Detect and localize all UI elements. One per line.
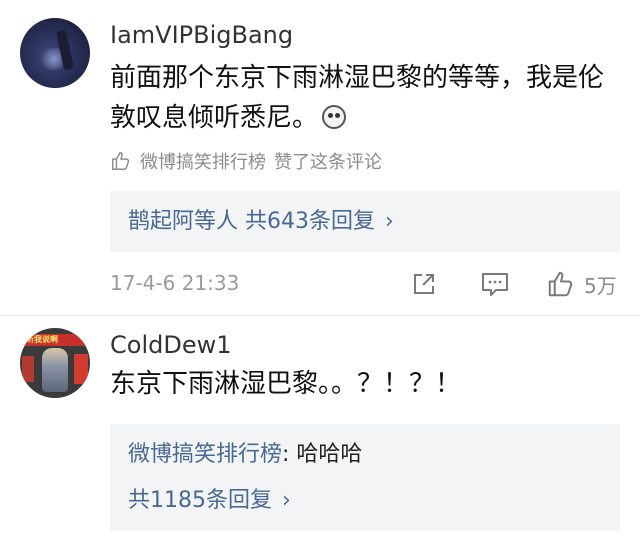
chevron-right-icon: ›: [385, 209, 394, 234]
timestamp: 17-4-6 21:33: [110, 271, 240, 295]
liked-by-name[interactable]: 微博搞笑排行榜: [140, 148, 266, 174]
comment-meta-row: 17-4-6 21:33 5万: [110, 268, 620, 300]
chevron-right-icon: ›: [282, 488, 291, 513]
like-button[interactable]: 5万: [546, 268, 617, 300]
username[interactable]: ColdDew1: [110, 330, 232, 360]
avatar-banner-text: 听我说啊: [26, 335, 58, 344]
reply-text: : 哈哈哈: [282, 442, 363, 467]
replies-box[interactable]: 微博搞笑排行榜: 哈哈哈 共1185条回复 ›: [110, 424, 620, 531]
like-count: 5万: [584, 273, 617, 298]
comment-icon: [482, 273, 508, 296]
replies-summary-link[interactable]: 鹊起阿等人 共643条回复 ›: [128, 207, 394, 237]
comment-text: 前面那个东京下雨淋湿巴黎的等等，我是伦敦叹息倾听悉尼。: [110, 58, 620, 138]
avatar[interactable]: [20, 18, 90, 88]
comment-text: 东京下雨淋湿巴黎。。？！？！: [110, 369, 462, 399]
liked-by-row: 微博搞笑排行榜 赞了这条评论: [110, 148, 382, 174]
thumbs-up-icon: [112, 152, 130, 170]
replies-summary-text: 鹊起阿等人 共643条回复: [128, 209, 375, 234]
replies-total-text: 共1185条回复: [128, 488, 272, 513]
avatar-sign-left: [22, 356, 34, 382]
reply-preview[interactable]: 微博搞笑排行榜: 哈哈哈: [128, 440, 362, 470]
emoji-icon: [322, 105, 347, 129]
thumbs-up-icon: [548, 271, 573, 297]
comment-text-body: 前面那个东京下雨淋湿巴黎的等等，我是伦敦叹息倾听悉尼。: [110, 63, 605, 133]
replies-box[interactable]: 鹊起阿等人 共643条回复 ›: [110, 191, 620, 252]
comment-item: IamVIPBigBang 前面那个东京下雨淋湿巴黎的等等，我是伦敦叹息倾听悉尼…: [0, 0, 640, 315]
comment-button[interactable]: [480, 268, 510, 300]
reply-author[interactable]: 微博搞笑排行榜: [128, 442, 282, 467]
username[interactable]: IamVIPBigBang: [110, 20, 293, 50]
avatar-person: [42, 348, 68, 392]
share-button[interactable]: [410, 268, 438, 300]
avatar-sign-right: [74, 354, 88, 384]
comment-item: 听我说啊 ColdDew1 东京下雨淋湿巴黎。。？！？！ 微博搞笑排行榜: 哈哈…: [0, 316, 640, 544]
replies-total-link[interactable]: 共1185条回复 ›: [128, 486, 291, 516]
avatar[interactable]: 听我说啊: [20, 328, 90, 398]
share-icon: [414, 274, 434, 294]
liked-by-suffix: 赞了这条评论: [274, 152, 382, 173]
